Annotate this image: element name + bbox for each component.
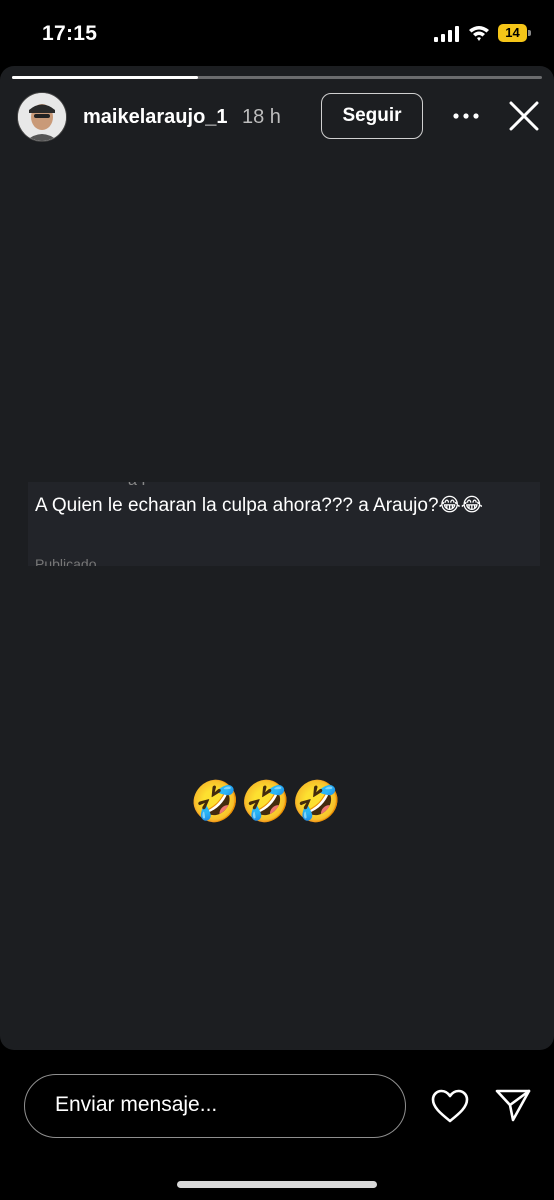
tweet-cropped-text-bottom: Publicado	[35, 556, 97, 566]
tweet-screenshot: á F A Quien le echaran la culpa ahora???…	[28, 482, 540, 566]
avatar-image	[18, 93, 66, 141]
status-time: 17:15	[42, 22, 98, 45]
battery-level: 14	[498, 24, 527, 42]
signal-icon	[434, 26, 459, 42]
follow-button[interactable]: Seguir	[321, 93, 423, 139]
battery-cap	[528, 30, 531, 36]
story-time-ago: 18 h	[242, 106, 281, 128]
close-icon[interactable]	[508, 100, 540, 132]
story-emoji-caption: 🤣🤣🤣	[190, 779, 343, 825]
username[interactable]: maikelaraujo_1	[83, 106, 228, 129]
more-horizontal-icon[interactable]	[452, 104, 480, 128]
story-progress-bar	[12, 76, 542, 79]
tweet-cropped-text-top: á F	[128, 482, 151, 490]
send-icon[interactable]	[494, 1086, 532, 1124]
home-indicator[interactable]	[177, 1181, 377, 1188]
status-bar: 17:15 14	[0, 0, 554, 66]
message-input[interactable]: Enviar mensaje...	[24, 1074, 406, 1138]
story-card[interactable]: maikelaraujo_1 18 h Seguir á F A Quien l…	[0, 66, 554, 1050]
wifi-icon	[469, 26, 489, 41]
avatar[interactable]	[17, 92, 67, 142]
story-progress-fill	[12, 76, 198, 79]
screen: 17:15 14 maikelaraujo_1 18 h Seguir A Qu…	[0, 0, 554, 1200]
battery-icon: 14	[498, 24, 532, 42]
heart-icon[interactable]	[430, 1088, 470, 1124]
tweet-text: A Quien le echaran la culpa ahora??? a A…	[35, 495, 483, 516]
